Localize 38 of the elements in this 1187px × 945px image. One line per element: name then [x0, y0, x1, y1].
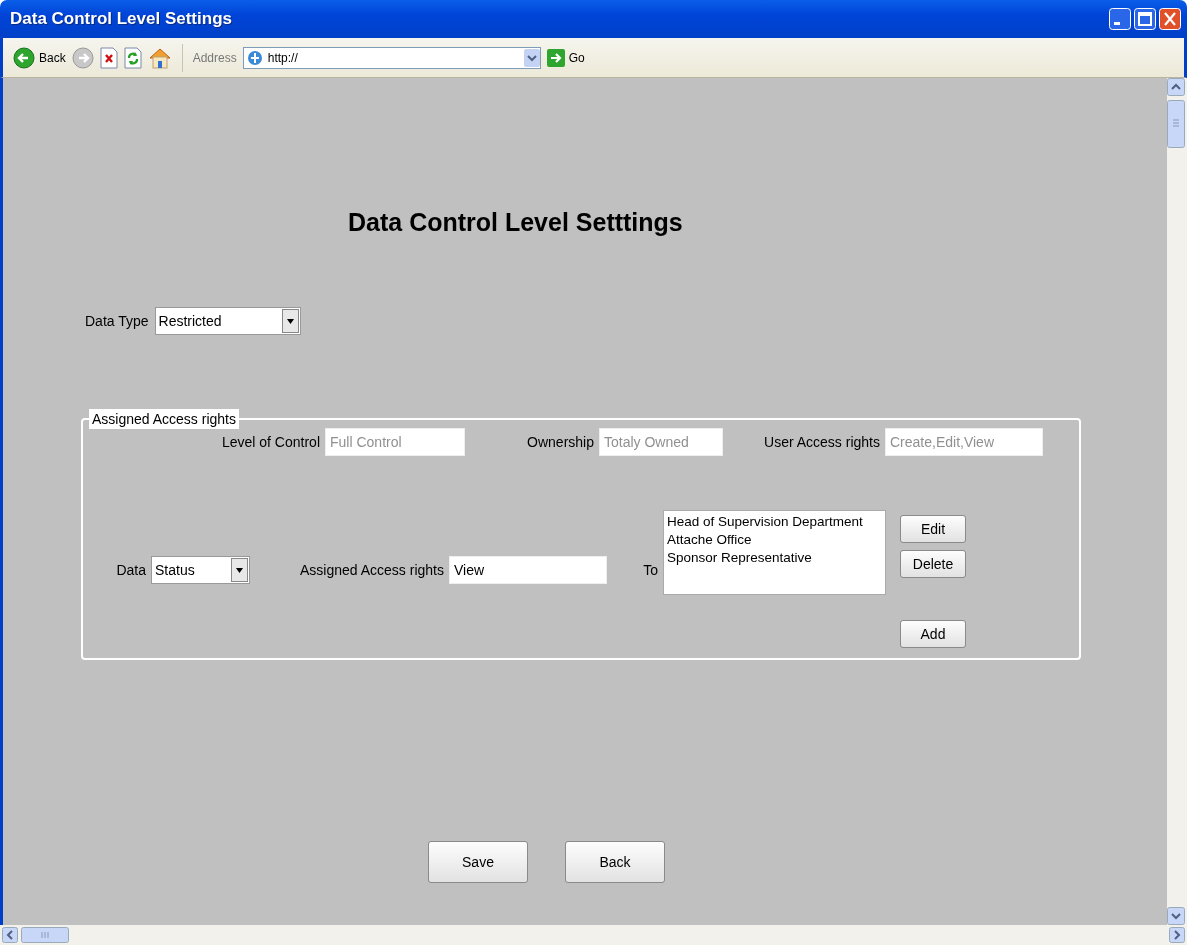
list-item[interactable]: Head of Supervision Department	[667, 513, 882, 531]
data-select[interactable]: Status	[151, 556, 250, 584]
address-label: Address	[192, 50, 237, 65]
add-button[interactable]: Add	[900, 620, 966, 648]
forward-icon[interactable]	[71, 46, 94, 69]
scroll-left-icon[interactable]	[2, 927, 18, 943]
list-action-button[interactable]: Edit	[900, 515, 966, 543]
scrollbar-thumb[interactable]	[21, 927, 69, 943]
field-label: Ownership	[526, 434, 595, 450]
list-item[interactable]: Sponsor Representative	[667, 549, 882, 567]
go-button[interactable]: Go	[546, 48, 585, 67]
home-icon[interactable]	[147, 46, 172, 69]
window-title: Data Control Level Settings	[10, 9, 233, 29]
recipient-list[interactable]: Head of Supervision Department Attache Office Sponsor Representative	[663, 510, 886, 595]
data-type-select[interactable]: Restricted	[154, 307, 301, 335]
maximize-icon[interactable]	[1134, 8, 1156, 30]
assigned-rights-label: Assigned Access rights	[299, 562, 445, 578]
refresh-icon[interactable]	[123, 46, 142, 69]
field-label: User Access rights	[763, 434, 881, 450]
to-label: To	[642, 562, 659, 578]
address-field[interactable]: http://	[242, 46, 541, 69]
scroll-down-icon[interactable]	[1167, 907, 1185, 925]
scroll-up-icon[interactable]	[1167, 78, 1185, 96]
form-button[interactable]: Save	[428, 841, 528, 883]
field-label: Level of Control	[220, 434, 321, 450]
group-legend: Assigned Access rights	[89, 409, 239, 429]
page-heading: Data Control Level Setttings	[348, 207, 683, 237]
scroll-right-icon[interactable]	[1169, 927, 1185, 943]
form-button[interactable]: Back	[565, 841, 665, 883]
data-type-label: Data Type	[85, 313, 149, 329]
list-item[interactable]: Attache Office	[667, 531, 882, 549]
assigned-rights-field[interactable]: View	[449, 556, 607, 584]
back-button[interactable]: Back	[13, 46, 66, 69]
minimize-icon[interactable]	[1109, 8, 1131, 30]
list-action-button[interactable]: Delete	[900, 550, 966, 578]
stop-icon[interactable]	[99, 46, 118, 69]
close-icon[interactable]	[1159, 8, 1181, 30]
data-label: Data	[115, 562, 147, 578]
